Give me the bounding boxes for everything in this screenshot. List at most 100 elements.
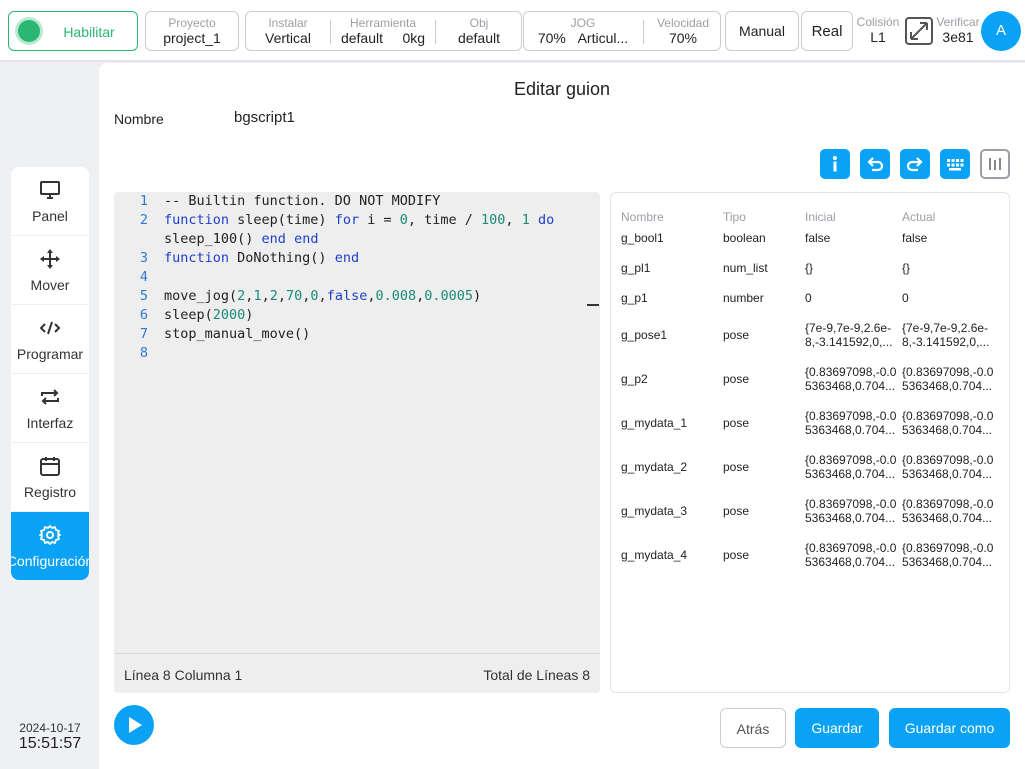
keyboard-button[interactable] bbox=[940, 149, 970, 179]
page-title: Editar guion bbox=[513, 79, 611, 99]
save-as-button[interactable]: Guardar como bbox=[889, 708, 1010, 748]
column-header: Nombre bbox=[621, 210, 664, 224]
tool-label: Herramienta bbox=[349, 16, 417, 30]
clock-time: 15:51:57 bbox=[18, 735, 82, 752]
sidebar-item-panel[interactable]: Panel bbox=[11, 167, 89, 236]
code-area[interactable]: 1 -- Builtin function. DO NOT MODIFY 2 f… bbox=[114, 192, 600, 652]
var-current: {0.83697098,-0.0 5363468,0.704... bbox=[902, 365, 994, 393]
user-avatar[interactable]: A bbox=[981, 11, 1021, 51]
sidebar-item-label: Programar bbox=[16, 346, 84, 362]
verify-value: 3e81 bbox=[942, 29, 974, 45]
expand-icon[interactable] bbox=[905, 17, 933, 45]
name-label: Nombre bbox=[114, 111, 164, 127]
redo-button[interactable] bbox=[900, 149, 930, 179]
var-current: false bbox=[902, 231, 928, 245]
install-tool-obj-panel[interactable]: Instalar Vertical Herramienta default 0k… bbox=[245, 11, 522, 51]
manual-label: Manual bbox=[739, 23, 785, 39]
collision-label: Colisión bbox=[856, 15, 900, 29]
var-initial: {0.83697098,-0.0 5363468,0.704... bbox=[805, 497, 897, 525]
keyboard-icon bbox=[947, 159, 964, 171]
code-editor[interactable]: 1 -- Builtin function. DO NOT MODIFY 2 f… bbox=[114, 192, 600, 693]
enable-status-icon bbox=[18, 20, 40, 42]
editor-status-bar: Línea 8 Columna 1 Total de Líneas 8 bbox=[114, 653, 600, 693]
enable-button[interactable]: Habilitar bbox=[8, 11, 138, 51]
code-line: 7 stop_manual_move() bbox=[114, 325, 600, 344]
project-label: Proyecto bbox=[168, 16, 216, 30]
code-text: stop_manual_move() bbox=[164, 326, 311, 342]
var-name: g_mydata_3 bbox=[621, 504, 688, 518]
gear-icon bbox=[39, 525, 61, 545]
sidebar-item-program[interactable]: Programar bbox=[11, 305, 89, 374]
var-name: g_mydata_2 bbox=[621, 460, 688, 474]
script-name-field[interactable]: bgscript1 bbox=[234, 109, 295, 126]
code-line: 4 bbox=[114, 268, 600, 287]
project-selector[interactable]: Proyecto project_1 bbox=[145, 11, 239, 51]
var-name: g_bool1 bbox=[621, 231, 664, 245]
line-number: 8 bbox=[139, 345, 148, 361]
var-initial: false bbox=[805, 231, 831, 245]
column-header: Actual bbox=[902, 210, 936, 224]
var-current: {0.83697098,-0.0 5363468,0.704... bbox=[902, 453, 994, 481]
sidebar-item-label: Configuración bbox=[11, 553, 89, 569]
install-label: Instalar bbox=[268, 16, 308, 30]
save-button[interactable]: Guardar bbox=[795, 708, 879, 748]
code-line: 2 function sleep(time) for i = 0, time /… bbox=[114, 211, 600, 230]
info-icon bbox=[833, 156, 837, 172]
sidebar-nav: Panel Mover Programar Interfaz Registro … bbox=[11, 167, 89, 580]
sidebar-item-log[interactable]: Registro bbox=[11, 443, 89, 512]
var-type: pose bbox=[723, 416, 750, 430]
verify-indicator[interactable]: Verificar 3e81 bbox=[936, 15, 980, 46]
project-value: project_1 bbox=[163, 30, 221, 46]
obj-label: Obj bbox=[469, 16, 489, 30]
var-type: pose bbox=[723, 548, 750, 562]
sidebar-item-move[interactable]: Mover bbox=[11, 236, 89, 305]
column-header: Tipo bbox=[723, 210, 746, 224]
total-lines: Total de Líneas 8 bbox=[483, 667, 590, 683]
monitor-icon bbox=[40, 181, 60, 199]
sidebar-item-interface[interactable]: Interfaz bbox=[11, 374, 89, 443]
splitter-handle[interactable] bbox=[587, 304, 599, 306]
sidebar-item-label: Interfaz bbox=[26, 415, 74, 431]
collision-indicator[interactable]: Colisión L1 bbox=[855, 15, 901, 46]
real-mode-button[interactable]: Real bbox=[801, 11, 853, 51]
var-initial: {0.83697098,-0.0 5363468,0.704... bbox=[805, 541, 897, 569]
line-number: 7 bbox=[139, 326, 148, 342]
var-initial: 0 bbox=[805, 291, 812, 305]
var-name: g_mydata_4 bbox=[621, 548, 688, 562]
var-type: pose bbox=[723, 372, 750, 386]
var-current: {7e-9,7e-9,2.6e- 8,-3.141592,0,... bbox=[902, 321, 990, 349]
cursor-position: Línea 8 Columna 1 bbox=[124, 667, 243, 683]
line-number: 5 bbox=[139, 288, 148, 304]
var-name: g_p2 bbox=[621, 372, 648, 386]
tool-name: default bbox=[340, 30, 383, 46]
sidebar-item-label: Mover bbox=[30, 277, 70, 293]
var-current: {} bbox=[902, 261, 911, 275]
columns-icon bbox=[989, 158, 1001, 170]
run-script-button[interactable] bbox=[114, 705, 154, 745]
info-button[interactable] bbox=[820, 149, 850, 179]
var-name: g_pl1 bbox=[621, 261, 651, 275]
manual-mode-button[interactable]: Manual bbox=[725, 11, 799, 51]
sidebar-item-label: Panel bbox=[32, 208, 68, 224]
line-number: 2 bbox=[139, 212, 148, 228]
code-icon bbox=[39, 321, 61, 335]
real-label: Real bbox=[811, 23, 843, 40]
jog-label: JOG bbox=[570, 16, 596, 30]
calendar-icon bbox=[40, 457, 60, 476]
speed-value: 70% bbox=[668, 30, 698, 46]
line-number: 3 bbox=[139, 250, 148, 266]
move-arrows-icon bbox=[40, 249, 60, 269]
sidebar-item-settings[interactable]: Configuración bbox=[11, 512, 89, 580]
speed-label: Velocidad bbox=[656, 16, 710, 30]
verify-label: Verificar bbox=[936, 15, 980, 29]
var-current: {0.83697098,-0.0 5363468,0.704... bbox=[902, 541, 994, 569]
code-text: -- Builtin function. DO NOT MODIFY bbox=[164, 193, 441, 209]
undo-icon bbox=[867, 157, 884, 172]
back-button[interactable]: Atrás bbox=[720, 708, 786, 748]
undo-button[interactable] bbox=[860, 149, 890, 179]
jog-value: 70% Articul... bbox=[524, 30, 642, 47]
columns-button[interactable] bbox=[980, 149, 1010, 179]
jog-speed-panel[interactable]: JOG 70% Articul... Velocidad 70% bbox=[523, 11, 721, 51]
